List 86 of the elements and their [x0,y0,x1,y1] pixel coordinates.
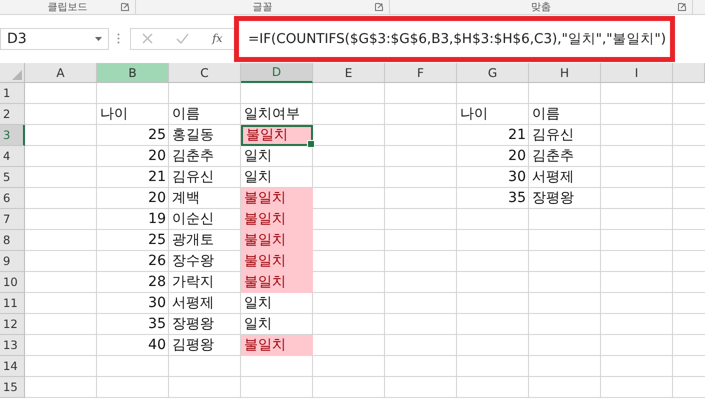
column-header[interactable] [673,63,705,83]
cancel-icon[interactable] [142,33,154,44]
table-cell: 불일치 [241,251,313,272]
column-header[interactable]: B [97,63,169,83]
table-cell-text: 21 [147,168,167,187]
row-header[interactable]: 9 [0,251,25,272]
column-header[interactable]: H [529,63,601,83]
check-icon[interactable] [176,33,190,44]
table-cell-text: 홍길동 [171,126,215,145]
table-cell-text: 20 [507,147,527,166]
column-header[interactable]: G [457,63,529,83]
table-cell-text: 40 [147,336,167,355]
column-header[interactable]: D [241,63,313,83]
table-cell-text: 25 [147,126,167,145]
table-cell-text: 20 [147,147,167,166]
table-cell-text: 30 [507,168,527,187]
table-cell-text: 일치 [243,168,273,187]
table-cell-text: 20 [147,189,167,208]
table-cell-text: 장평왕 [171,315,215,334]
drag-handle-icon[interactable] [117,33,120,44]
caret-icon [95,36,102,40]
row-header[interactable]: 11 [0,293,25,314]
dialog-launcher-icon[interactable] [121,3,129,11]
row-header[interactable]: 6 [0,188,25,209]
table-cell-text: 장평왕 [531,189,575,208]
table-cell-text: 일치 [243,315,273,334]
table-cell-text: 35 [147,315,167,334]
table-cell: 불일치 [241,272,313,293]
table-cell-text: 35 [507,189,527,208]
table-cell-text: 김춘추 [171,147,215,166]
column-header[interactable]: C [169,63,241,83]
table-cell-text: 일치 [243,294,273,313]
row-header[interactable]: 8 [0,230,25,251]
table-cell-text: 25 [147,231,167,250]
name-box[interactable]: D3 [0,28,110,50]
table-header-cell-text: 이름 [171,105,201,124]
table-cell-text: 일치 [243,147,273,166]
select-all-button[interactable] [0,63,25,83]
row-header[interactable]: 13 [0,335,25,356]
insert-function-button[interactable]: fx [212,32,222,45]
table-header-cell-text: 이름 [531,105,561,124]
column-header[interactable]: F [385,63,457,83]
column-header[interactable]: E [313,63,385,83]
row-header[interactable]: 5 [0,167,25,188]
table-cell-text: 서평제 [171,294,215,313]
table-header-cell-text: 나이 [459,105,489,124]
dialog-launcher-icon[interactable] [375,3,383,11]
ribbon-group-label: 맞춤 [531,1,551,14]
row-header[interactable]: 2 [0,104,25,125]
row-header[interactable]: 12 [0,314,25,335]
row-header[interactable]: 7 [0,209,25,230]
table-cell: 불일치 [241,209,313,230]
dialog-launcher-icon[interactable] [678,3,686,11]
fill-handle[interactable] [307,140,315,148]
row-header[interactable]: 14 [0,356,25,377]
table-cell-text: 장수왕 [171,252,215,271]
row-header[interactable]: 10 [0,272,25,293]
row-header[interactable]: 1 [0,83,25,104]
table-cell-text: 이순신 [171,210,215,229]
row-header[interactable]: 3 [0,125,25,146]
table-cell-text: 28 [147,273,167,292]
table-cell-text: 김평왕 [171,336,215,355]
column-header[interactable]: I [601,63,673,83]
table-cell-text: 30 [147,294,167,313]
table-cell: 불일치 [241,125,313,146]
table-cell-text: 광개토 [171,231,215,250]
table-cell-text: 가락지 [171,273,215,292]
table-cell-text: 김춘추 [531,147,575,166]
table-header-cell-text: 일치여부 [243,105,301,124]
ribbon-group-label: 클립보드 [48,1,88,14]
table-cell-text: 김유신 [531,126,575,145]
table-cell: 불일치 [241,230,313,251]
table-cell-text: 21 [507,126,527,145]
table-cell-text: 26 [147,252,167,271]
table-cell: 불일치 [241,335,313,356]
row-header[interactable]: 15 [0,377,25,398]
table-header-cell-text: 나이 [99,105,129,124]
triangle-icon [12,70,22,80]
ribbon-group-label: 글꼴 [252,1,272,14]
column-header[interactable]: A [25,63,97,83]
table-cell-text: 김유신 [171,168,215,187]
table-cell-text: 서평제 [531,168,575,187]
row-header[interactable]: 4 [0,146,25,167]
table-cell: 불일치 [241,188,313,209]
table-cell-text: 계백 [171,189,201,208]
table-cell-text: 19 [147,210,167,229]
